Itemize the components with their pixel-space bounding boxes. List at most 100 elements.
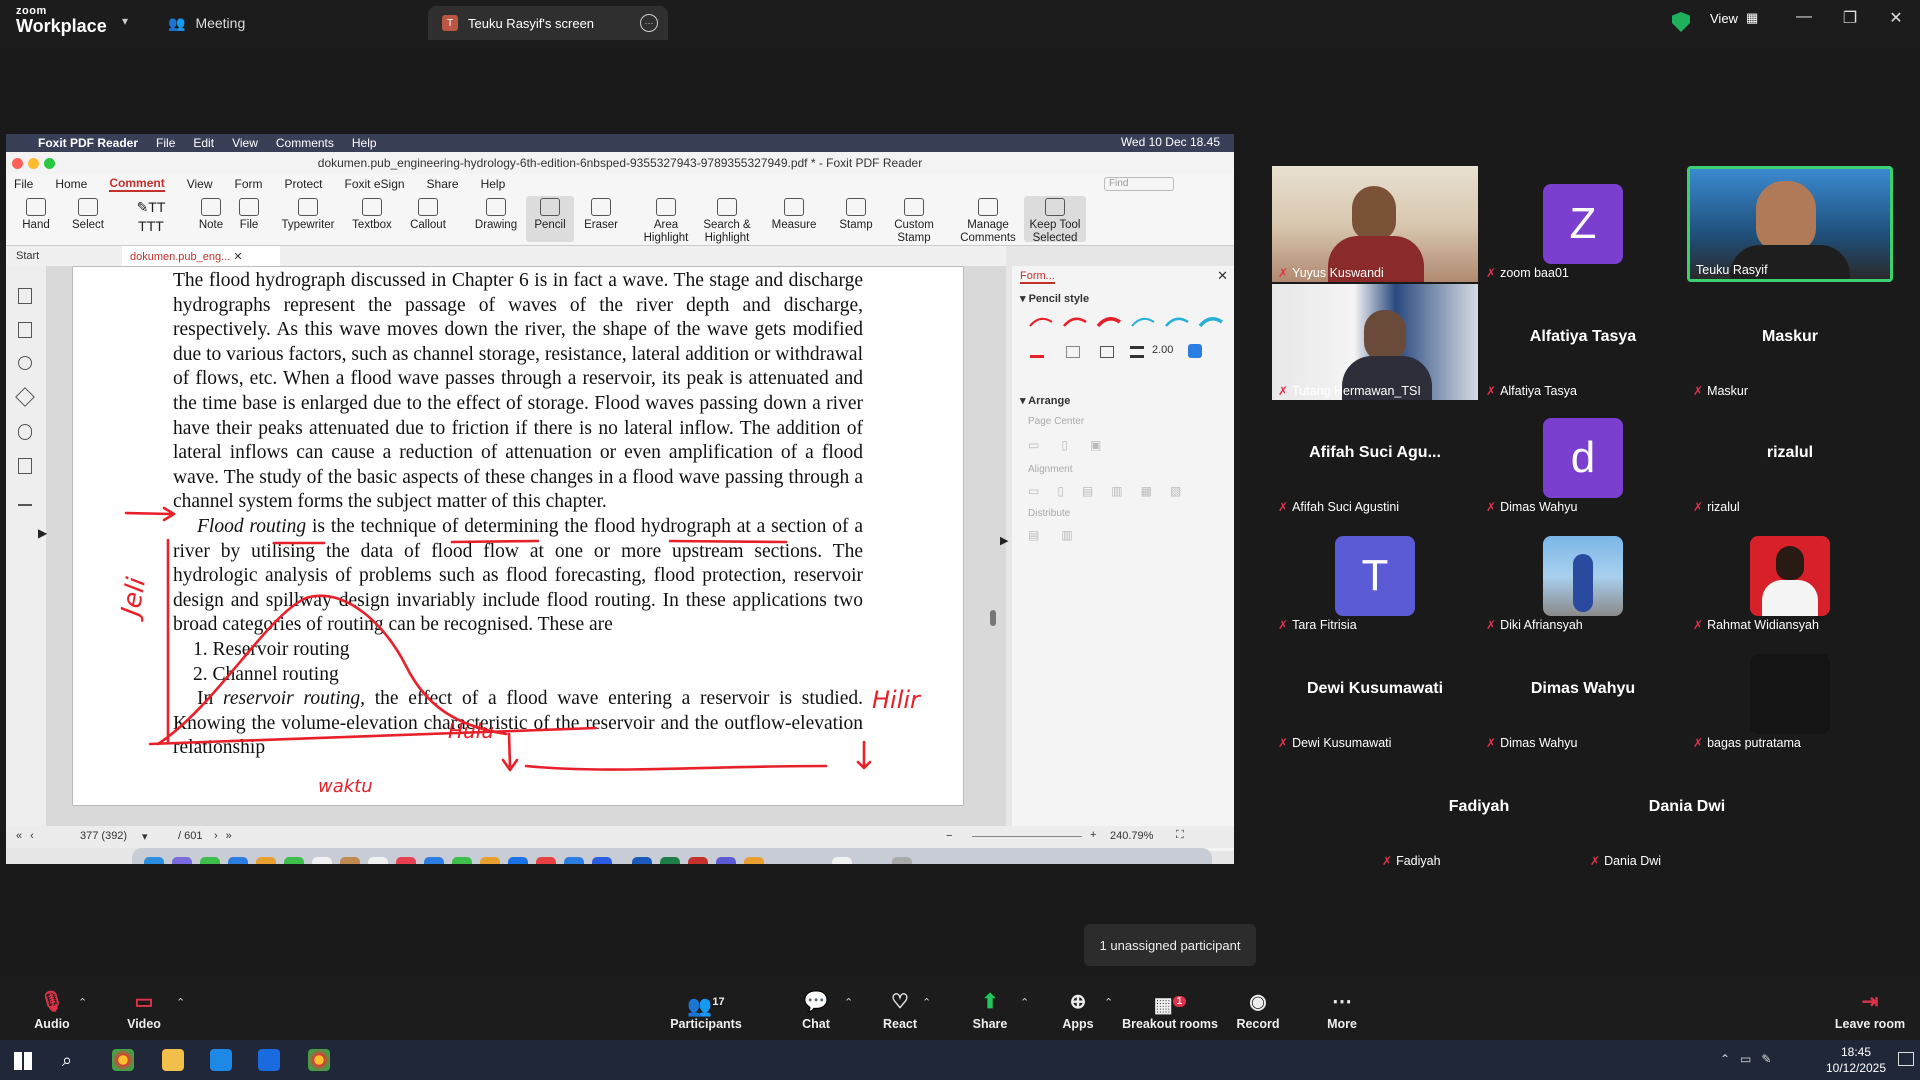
close-dot-icon[interactable] bbox=[12, 158, 23, 169]
area-highlight-tool[interactable]: Area Highlight bbox=[638, 198, 694, 245]
chevron-down-icon[interactable]: ▾ bbox=[122, 14, 128, 28]
shared-screen-tab[interactable]: T Teuku Rasyif's screen bbox=[428, 6, 668, 40]
facetime-icon[interactable] bbox=[284, 857, 304, 864]
drawing-tool[interactable]: Drawing bbox=[472, 198, 520, 232]
document-tab[interactable]: dokumen.pub_eng... ✕ bbox=[122, 246, 280, 266]
more-options-icon[interactable]: ··· bbox=[640, 14, 658, 32]
more-button[interactable]: ⋯ More bbox=[1302, 990, 1382, 1031]
tab-comment[interactable]: Comment bbox=[109, 176, 165, 192]
close-icon[interactable]: ✕ bbox=[1876, 8, 1916, 28]
callout-tool[interactable]: Callout bbox=[406, 198, 450, 232]
page-dropdown-icon[interactable]: ▾ bbox=[142, 830, 148, 843]
select-tool[interactable]: Select bbox=[66, 198, 110, 232]
participant-tile[interactable]: Dania Dwi ✗ Dania Dwi bbox=[1584, 754, 1790, 870]
document-icon[interactable] bbox=[832, 857, 852, 864]
zoom-in-icon[interactable]: + bbox=[1090, 829, 1096, 841]
meeting-tab[interactable]: 👥 Meeting bbox=[168, 10, 418, 36]
participant-tile[interactable]: Fadiyah ✗ Fadiyah bbox=[1376, 754, 1582, 870]
windows-start-icon[interactable] bbox=[14, 1052, 32, 1070]
notification-icon[interactable] bbox=[1898, 1052, 1914, 1066]
share-button[interactable]: ⬆ Share bbox=[950, 990, 1030, 1031]
active-speaker-tile[interactable]: Teuku Rasyif bbox=[1687, 166, 1893, 282]
tab-form[interactable]: Form bbox=[235, 177, 263, 191]
music-icon[interactable] bbox=[396, 857, 416, 864]
participant-tile[interactable]: Maskur ✗ Maskur bbox=[1687, 284, 1893, 400]
eraser-tool[interactable]: Eraser bbox=[580, 198, 622, 232]
measure-tool[interactable]: Measure bbox=[768, 198, 820, 232]
participant-tile[interactable]: ✗ bagas putratama bbox=[1687, 636, 1893, 752]
minimize-dot-icon[interactable] bbox=[28, 158, 39, 169]
menu-edit[interactable]: Edit bbox=[193, 136, 214, 150]
chevron-up-icon[interactable]: ⌃ bbox=[176, 996, 185, 1009]
launchpad-icon[interactable] bbox=[172, 857, 192, 864]
leave-room-button[interactable]: ⇥ Leave room bbox=[1830, 990, 1910, 1031]
chevron-up-icon[interactable]: ⌃ bbox=[844, 996, 853, 1009]
textbox-tool[interactable]: Textbox bbox=[348, 198, 396, 232]
chrome-icon[interactable] bbox=[536, 857, 556, 864]
page-indicator[interactable]: 377 (392) bbox=[80, 830, 127, 842]
participants-button[interactable]: 👥17 Participants bbox=[666, 990, 746, 1031]
photos-icon[interactable] bbox=[256, 857, 276, 864]
line-width-icon[interactable] bbox=[1130, 346, 1144, 358]
stamp-tool[interactable]: Stamp bbox=[836, 198, 876, 232]
chevron-up-icon[interactable]: ⌃ bbox=[1020, 996, 1029, 1009]
menu-comments[interactable]: Comments bbox=[276, 136, 334, 150]
finder-icon[interactable] bbox=[144, 857, 164, 864]
hand-tool[interactable]: Hand bbox=[16, 198, 56, 232]
breakout-rooms-button[interactable]: ▦ 1 Breakout rooms bbox=[1118, 990, 1222, 1031]
search-icon[interactable]: ⌕ bbox=[62, 1050, 72, 1071]
participant-tile[interactable]: T ✗ Tara Fitrisia bbox=[1272, 518, 1478, 634]
tab-foxit-esign[interactable]: Foxit eSign bbox=[345, 177, 405, 191]
app-taskbar-icon[interactable] bbox=[210, 1049, 232, 1071]
pencil-style-swatches[interactable] bbox=[1028, 310, 1228, 332]
participant-tile[interactable]: Dewi Kusumawati ✗ Dewi Kusumawati bbox=[1272, 636, 1478, 752]
swatch-blue-thin[interactable] bbox=[1131, 317, 1155, 327]
custom-stamp-tool[interactable]: Custom Stamp bbox=[886, 198, 942, 245]
security-shield-icon[interactable] bbox=[1672, 12, 1690, 32]
taskbar-clock[interactable]: 18:45 10/12/2025 bbox=[1820, 1044, 1892, 1076]
word-icon[interactable] bbox=[632, 857, 652, 864]
menu-view[interactable]: View bbox=[232, 136, 258, 150]
swatch-blue[interactable] bbox=[1165, 317, 1189, 327]
pencil-tool[interactable]: Pencil bbox=[526, 196, 574, 242]
tab-view[interactable]: View bbox=[187, 177, 213, 191]
messages-icon[interactable] bbox=[200, 857, 220, 864]
zoom-taskbar-icon[interactable] bbox=[258, 1049, 280, 1071]
zoom-slider[interactable] bbox=[972, 836, 1082, 837]
page-nav-buttons[interactable]: «‹ bbox=[16, 830, 42, 842]
menu-file[interactable]: File bbox=[156, 136, 175, 150]
page-nav-buttons[interactable]: ›» bbox=[214, 830, 240, 842]
search-highlight-tool[interactable]: Search & Highlight bbox=[696, 198, 758, 245]
swatch-red[interactable] bbox=[1063, 317, 1087, 327]
restore-icon[interactable]: ❐ bbox=[1830, 8, 1870, 28]
menu-help[interactable]: Help bbox=[352, 136, 377, 150]
expand-panel-icon[interactable]: ▶ bbox=[1000, 534, 1008, 547]
file-explorer-icon[interactable] bbox=[162, 1049, 184, 1071]
foxit-icon[interactable] bbox=[744, 857, 764, 864]
zoom-out-icon[interactable]: − bbox=[946, 830, 952, 842]
fill-color-icon[interactable] bbox=[1066, 346, 1080, 358]
font-color-icon[interactable] bbox=[1030, 346, 1044, 358]
tab-home[interactable]: Home bbox=[55, 177, 87, 191]
close-tab-icon[interactable]: ✕ bbox=[233, 251, 242, 263]
scroll-thumb[interactable] bbox=[990, 610, 996, 626]
zoom-level[interactable]: 240.79% bbox=[1110, 830, 1153, 842]
swatch-red-thick[interactable] bbox=[1096, 317, 1121, 328]
app-menu[interactable]: Foxit PDF Reader bbox=[38, 136, 138, 150]
typewriter-tool[interactable]: Typewriter bbox=[278, 198, 338, 232]
participant-tile[interactable]: ✗ Yuyus Kuswandi bbox=[1272, 166, 1478, 282]
close-panel-icon[interactable]: ✕ bbox=[1217, 268, 1228, 284]
calendar-icon[interactable] bbox=[312, 857, 332, 864]
numbers-icon[interactable] bbox=[452, 857, 472, 864]
pages-app-icon[interactable] bbox=[480, 857, 500, 864]
chrome-profile-icon[interactable] bbox=[308, 1049, 330, 1071]
find-input[interactable]: Find bbox=[1104, 177, 1174, 191]
participant-tile[interactable]: Z ✗ zoom baa01 bbox=[1480, 166, 1686, 282]
view-button[interactable]: View ▦ bbox=[1710, 10, 1758, 26]
trash-icon[interactable] bbox=[892, 857, 912, 864]
record-button[interactable]: ◉ Record bbox=[1218, 990, 1298, 1031]
chevron-up-icon[interactable]: ⌃ bbox=[1104, 996, 1113, 1009]
zoom-app-icon[interactable] bbox=[592, 857, 612, 864]
reminders-icon[interactable] bbox=[368, 857, 388, 864]
manage-comments-tool[interactable]: Manage Comments bbox=[956, 198, 1020, 245]
